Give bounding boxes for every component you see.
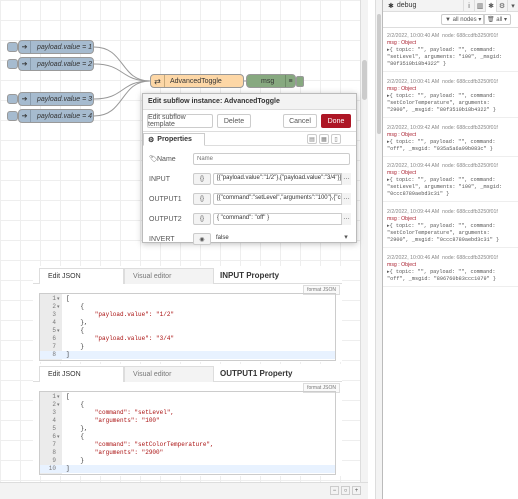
json-code-editor[interactable]: 1 ▾[ 2 ▾ { 3 "command": "setLevel", 4 "arg… xyxy=(39,391,336,475)
code-line: 8 "arguments": "2900" xyxy=(52,449,164,456)
name-input[interactable] xyxy=(193,153,350,165)
code-line: 9 } xyxy=(52,457,85,464)
description-tab-icon[interactable]: ▤ xyxy=(307,134,317,144)
invert-value[interactable]: false xyxy=(213,233,350,245)
code-line: 2 ▾ { xyxy=(52,401,85,408)
canvas-footer: − ○ + xyxy=(0,482,368,499)
debug-sidebar: ✱ debug i ▥ ✱ ⚙ ▾ ▼ all nodes ▾ 🗑︎ all ▾… xyxy=(382,0,518,499)
tray-tabs: ⚙ Properties ▤ ▦ ▯ xyxy=(143,132,356,146)
property-row-output1: OUTPUT1 {} [{"command":"setLevel","argum… xyxy=(143,192,358,206)
zoom-in-icon[interactable]: + xyxy=(352,486,361,495)
debug-message[interactable]: 2/2/2022, 10:00:46 AM node: 688ccdfb3250… xyxy=(383,252,518,287)
filter-scope-select[interactable]: 🗑︎ all ▾ xyxy=(483,14,511,25)
tray-title: Edit subflow instance: AdvancedToggle xyxy=(143,94,356,110)
code-line: 2 ▾ { xyxy=(52,303,85,310)
code-line: 6 ▾ { xyxy=(52,433,85,440)
sidebar-resize-scrollbar[interactable] xyxy=(375,0,382,499)
tab-edit-json[interactable]: Edit JSON xyxy=(39,268,124,284)
advanced-toggle-node[interactable]: ⇄ AdvancedToggle xyxy=(150,74,244,88)
zoom-out-icon[interactable]: − xyxy=(330,486,339,495)
code-line: 3 "payload.value": "1/2" xyxy=(52,311,175,318)
sidebar-header: ✱ debug i ▥ ✱ ⚙ ▾ xyxy=(383,0,518,12)
tray-toolbar: Edit subflow template Delete Cancel Done xyxy=(143,110,356,132)
edit-tray: Edit subflow instance: AdvancedToggle Ed… xyxy=(142,93,358,246)
edit-subflow-template-button[interactable]: Edit subflow template xyxy=(147,114,213,128)
debug-message[interactable]: 2/2/2022, 10:00:41 AM node: 688ccdfb3250… xyxy=(383,76,518,118)
cancel-button[interactable]: Cancel xyxy=(283,114,317,128)
tab-edit-json[interactable]: Edit JSON xyxy=(39,366,124,382)
bug-icon: ✱ xyxy=(388,3,394,10)
book-icon[interactable]: ▥ xyxy=(474,0,485,12)
output2-value-field[interactable]: { "command": "off" } xyxy=(213,213,350,225)
code-line: 7 } xyxy=(52,343,85,350)
chevron-down-icon[interactable]: ▾ xyxy=(341,233,351,245)
json-editor-output1-panel: Edit JSON Visual editor OUTPUT1 Property… xyxy=(33,364,342,476)
done-button[interactable]: Done xyxy=(321,114,351,128)
tab-visual-editor[interactable]: Visual editor xyxy=(124,268,214,284)
delete-button[interactable]: Delete xyxy=(217,114,251,128)
code-line: 5 }, xyxy=(52,425,88,432)
debug-message[interactable]: 2/2/2022, 10:09:44 AM node: 688ccdfb3250… xyxy=(383,160,518,202)
code-line: 4 "arguments": "100" xyxy=(52,417,160,424)
code-line: 8] xyxy=(40,351,335,359)
debug-message[interactable]: 2/2/2022, 10:09:44 AM node: 688ccdfb3250… xyxy=(383,206,518,248)
property-row-input: INPUT {} [{"payload.value":"1/2"},{"payl… xyxy=(143,172,358,186)
code-line: 7 "command": "setColorTemperature", xyxy=(52,441,214,448)
output1-value-field[interactable]: [{"command":"setLevel","arguments":"100"… xyxy=(213,193,350,205)
chevron-down-icon[interactable]: ▾ xyxy=(507,0,518,12)
type-select-json[interactable]: {} xyxy=(193,193,211,205)
filter-nodes-select[interactable]: ▼ all nodes ▾ xyxy=(441,14,486,25)
json-editor-input-panel: Edit JSON Visual editor INPUT Property f… xyxy=(33,266,342,362)
zoom-reset-icon[interactable]: ○ xyxy=(341,486,350,495)
tab-visual-editor[interactable]: Visual editor xyxy=(124,366,214,382)
shuffle-icon: ⇄ xyxy=(151,75,165,87)
debug-node[interactable]: msg ≡ xyxy=(246,74,304,88)
code-line: 6 "payload.value": "3/4" xyxy=(52,335,175,342)
trash-icon: 🗑︎ xyxy=(487,17,495,23)
type-select-boolean[interactable]: ◉ xyxy=(193,233,211,245)
info-tab-icon[interactable]: ▯ xyxy=(331,134,341,144)
code-line: 1 ▾[ xyxy=(52,295,70,302)
json-code-editor[interactable]: 1 ▾[ 2 ▾ { 3 "payload.value": "1/2" 4 }, 5… xyxy=(39,293,336,361)
name-row: 🏷︎ Name xyxy=(143,152,358,166)
code-line: 5 ▾ { xyxy=(52,327,85,334)
debug-toggle[interactable] xyxy=(296,76,304,87)
info-icon[interactable]: i xyxy=(463,0,474,12)
property-row-invert: INVERT ◉ false ▾ xyxy=(143,232,358,246)
code-line: 1 ▾[ xyxy=(52,393,70,400)
gear-icon: ⚙ xyxy=(148,136,155,144)
expand-editor-button[interactable]: … xyxy=(341,193,351,205)
filter-icon: ▼ xyxy=(445,16,451,23)
input-value-field[interactable]: [{"payload.value":"1/2"},{"payload.value… xyxy=(213,173,350,185)
type-select-json[interactable]: {} xyxy=(193,173,211,185)
config-icon[interactable]: ⚙ xyxy=(496,0,507,12)
code-line: 10] xyxy=(40,465,335,473)
sidebar-filter-bar: ▼ all nodes ▾ 🗑︎ all ▾ xyxy=(383,12,518,28)
debug-message[interactable]: 2/2/2022, 10:09:42 AM node: 688ccdfb3250… xyxy=(383,122,518,157)
code-line: 4 }, xyxy=(52,319,88,326)
expand-editor-button[interactable]: … xyxy=(341,213,351,225)
json-editor-title: OUTPUT1 Property xyxy=(220,369,293,378)
json-editor-title: INPUT Property xyxy=(220,271,280,280)
debug-message[interactable]: 2/2/2022, 10:00:40 AM node: 688ccdfb3250… xyxy=(383,30,518,72)
code-line: 3 "command": "setLevel", xyxy=(52,409,175,416)
expand-editor-button[interactable]: … xyxy=(341,173,351,185)
tab-properties[interactable]: ⚙ Properties xyxy=(143,133,205,146)
list-icon: ≡ xyxy=(285,75,295,87)
property-row-output2: OUTPUT2 {} { "command": "off" } … xyxy=(143,212,358,226)
bug-tab-icon[interactable]: ✱ xyxy=(485,0,496,12)
appearance-tab-icon[interactable]: ▦ xyxy=(319,134,329,144)
type-select-json[interactable]: {} xyxy=(193,213,211,225)
